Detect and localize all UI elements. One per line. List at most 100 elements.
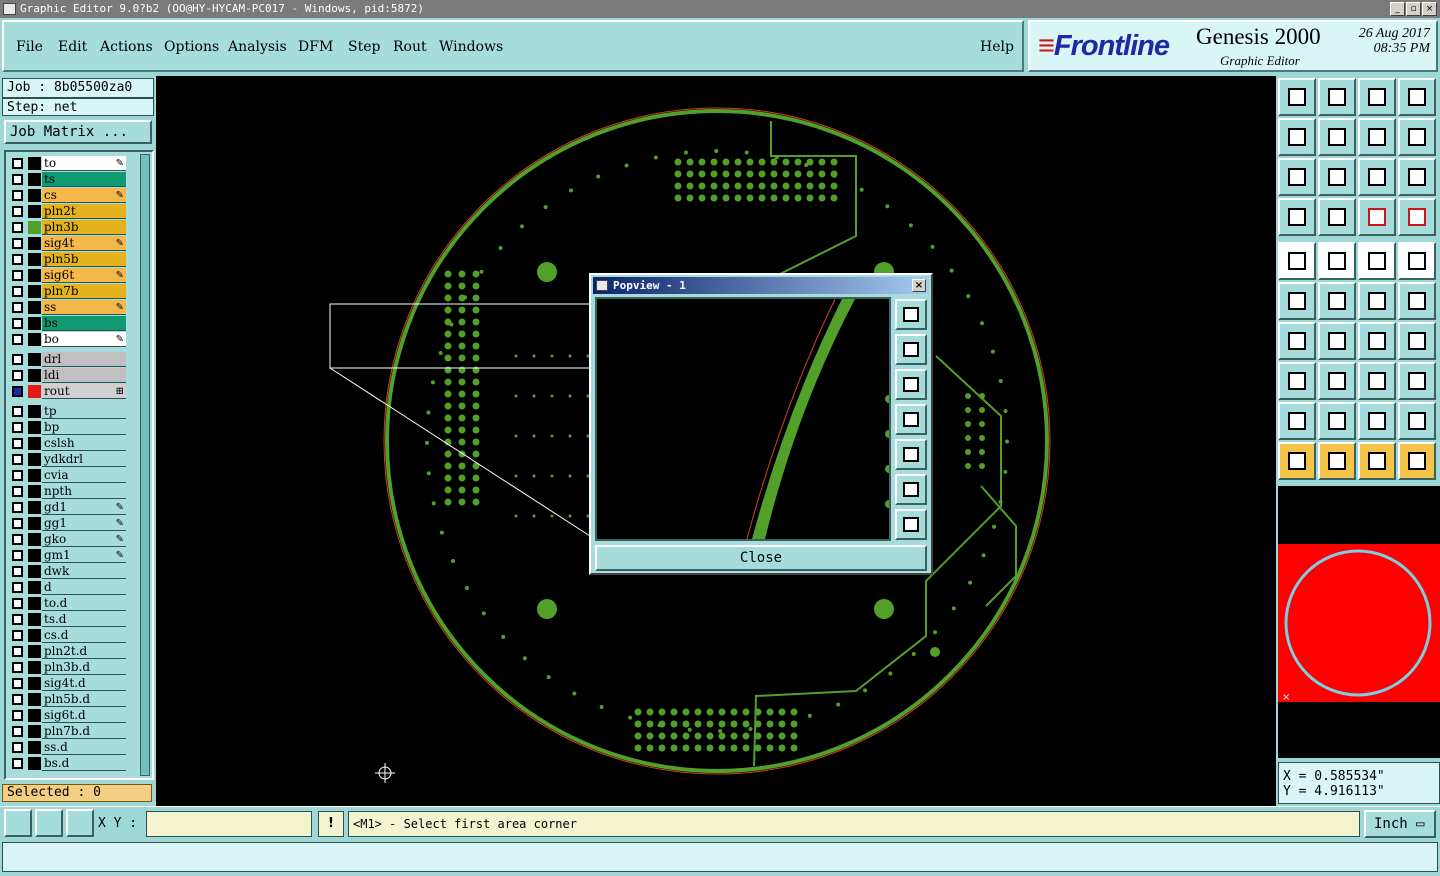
tool-button-shape[interactable] [1398,362,1436,400]
popview-zoom-home-button[interactable] [895,299,927,330]
menu-rout[interactable]: Rout [393,39,427,55]
layer-name[interactable]: rout ⊞ [42,384,126,399]
popview-pan-up-button[interactable] [895,334,927,365]
layer-row[interactable]: bs.d [8,756,128,771]
layer-row[interactable]: sig6t.d [8,708,128,723]
layer-row[interactable]: ss ✎ [8,300,128,315]
layer-color-swatch[interactable] [28,517,41,530]
job-matrix-button[interactable]: Job Matrix ... [4,120,152,144]
layer-checkbox[interactable] [12,694,23,705]
tool-button-pointer-select[interactable] [1278,242,1316,280]
layer-checkbox[interactable] [12,518,23,529]
layer-checkbox[interactable] [12,386,23,397]
layer-name[interactable]: pln2t [42,204,126,219]
layer-checkbox[interactable] [12,438,23,449]
layer-checkbox[interactable] [12,318,23,329]
tool-button-home[interactable] [1358,78,1396,116]
layer-row[interactable]: pln7b.d [8,724,128,739]
layer-name[interactable]: cs ✎ [42,188,126,203]
layer-row[interactable]: ts [8,172,128,187]
layer-checkbox[interactable] [12,742,23,753]
layer-color-swatch[interactable] [28,157,41,170]
layer-row[interactable]: to.d [8,596,128,611]
tool-button-fit-top[interactable] [1278,78,1316,116]
layer-row[interactable]: dwk [8,564,128,579]
layer-checkbox[interactable] [12,486,23,497]
layer-checkbox[interactable] [12,158,23,169]
layer-row[interactable]: drl [8,352,128,367]
layer-name[interactable]: pln3b [42,220,126,235]
menu-edit[interactable]: Edit [58,39,87,55]
menu-actions[interactable]: Actions [100,39,153,55]
layer-row[interactable]: pln5b.d [8,692,128,707]
tool-button-triangle4[interactable] [1398,402,1436,440]
layer-name[interactable]: to ✎ [42,156,126,171]
layer-name[interactable]: pln3b.d [42,660,126,675]
layer-name[interactable]: sig6t.d [42,708,126,723]
tool-button-line-point[interactable] [1358,282,1396,320]
tool-button-arc[interactable] [1358,322,1396,360]
layer-name[interactable]: gg1 ✎ [42,516,126,531]
layer-name[interactable]: ts [42,172,126,187]
layer-name[interactable]: to.d [42,596,126,611]
layer-row[interactable]: bs [8,316,128,331]
layer-color-swatch[interactable] [28,469,41,482]
layer-name[interactable]: pln7b.d [42,724,126,739]
layer-name[interactable]: pln5b [42,252,126,267]
layer-color-swatch[interactable] [28,549,41,562]
layer-checkbox[interactable] [12,726,23,737]
layer-row[interactable]: cslsh [8,436,128,451]
layer-row[interactable]: sig4t.d [8,676,128,691]
layer-color-swatch[interactable] [28,645,41,658]
tool-button-zoom-center[interactable] [1318,158,1356,196]
layer-row[interactable]: ss.d [8,740,128,755]
tool-button-triangle[interactable] [1278,402,1316,440]
layer-checkbox[interactable] [12,254,23,265]
layer-name[interactable]: pln5b.d [42,692,126,707]
tool-button-dimension[interactable] [1358,362,1396,400]
layer-name[interactable]: pln7b [42,284,126,299]
menu-dfm[interactable]: DFM [298,39,333,55]
layer-name[interactable]: bs [42,316,126,331]
layer-color-swatch[interactable] [28,369,41,382]
layer-row[interactable]: pln3b [8,220,128,235]
layer-checkbox[interactable] [12,302,23,313]
maximize-icon[interactable]: ▫ [1406,2,1421,16]
layer-name[interactable]: ydkdrl [42,452,126,467]
layer-name[interactable]: gd1 ✎ [42,500,126,515]
close-icon[interactable]: × [1422,2,1437,16]
layer-color-swatch[interactable] [28,237,41,250]
layer-name[interactable]: cs.d [42,628,126,643]
tool-button-connect[interactable] [1278,282,1316,320]
layer-name[interactable]: ldi [42,368,126,383]
menu-options[interactable]: Options [164,39,219,55]
layer-checkbox[interactable] [12,566,23,577]
tool-button-node[interactable] [1278,362,1316,400]
menu-windows[interactable]: Windows [439,39,503,55]
layer-name[interactable]: cslsh [42,436,126,451]
layer-name[interactable]: npth [42,484,126,499]
tool-button-dash[interactable] [1318,362,1356,400]
layer-row[interactable]: cs ✎ [8,188,128,203]
layer-checkbox[interactable] [12,406,23,417]
layer-row[interactable]: sig6t ✎ [8,268,128,283]
layer-color-swatch[interactable] [28,189,41,202]
layer-checkbox[interactable] [12,354,23,365]
layer-checkbox[interactable] [12,422,23,433]
layer-name[interactable]: sig4t ✎ [42,236,126,251]
layer-row[interactable]: pln2t.d [8,644,128,659]
layer-row[interactable]: ts.d [8,612,128,627]
tool-button-help[interactable] [1398,158,1436,196]
layer-name[interactable]: cvia [42,468,126,483]
layer-row[interactable]: gm1 ✎ [8,548,128,563]
xy-input[interactable] [146,811,312,837]
layer-checkbox[interactable] [12,678,23,689]
layer-checkbox[interactable] [12,598,23,609]
layer-row[interactable]: d [8,580,128,595]
layer-name[interactable]: gm1 ✎ [42,548,126,563]
layer-row[interactable]: gg1 ✎ [8,516,128,531]
layer-checkbox[interactable] [12,502,23,513]
popview-pan-down-button[interactable] [895,369,927,400]
layer-row[interactable]: pln2t [8,204,128,219]
layer-color-swatch[interactable] [28,501,41,514]
